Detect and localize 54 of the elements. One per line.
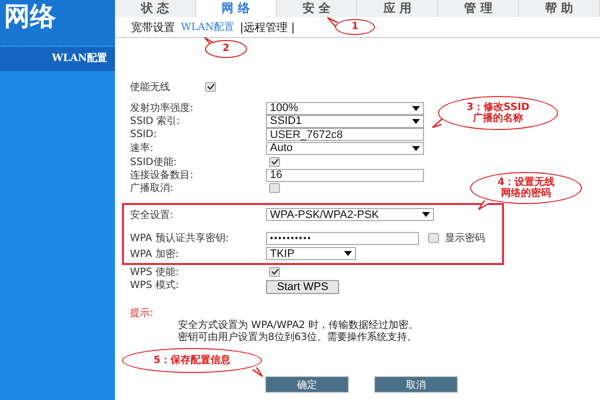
dropdown[interactable]: SSID1 (266, 114, 424, 128)
sidebar-item[interactable]: WLAN配置 (0, 47, 115, 71)
field-label: SSID使能: (130, 156, 178, 169)
dropdown[interactable]: TKIP (266, 247, 356, 260)
field-label: SSID 索引: (130, 114, 181, 128)
subnav-link[interactable]: 宽带设置 (131, 20, 175, 34)
subnav-link[interactable]: WLAN配置 (181, 20, 234, 34)
password-field[interactable]: •••••••••• (266, 232, 419, 245)
dropdown[interactable]: WPA-PSK/WPA2-PSK (266, 208, 434, 222)
start-wps-button[interactable]: Start WPS (266, 280, 340, 294)
field-label: 连接设备数目: (130, 168, 194, 182)
checkbox[interactable] (269, 156, 280, 167)
hint-text: 安全方式设置为 WPA/WPA2 时，传输数据经过加密。 (177, 320, 420, 332)
field-label: WPA 预认证共享密钥: (130, 232, 230, 246)
callout-bubble: 5：保存配置信息 (122, 348, 262, 373)
nav-tab[interactable]: 安 全 (276, 0, 358, 17)
checkbox[interactable] (269, 183, 280, 194)
callout-tail (252, 367, 263, 377)
caret-icon (344, 251, 352, 256)
callout-bubble: 4：设置无线网络的密码 (470, 172, 582, 204)
section-title: 网络 (3, 4, 56, 30)
nav-tab[interactable]: 网 络 (196, 0, 277, 17)
checkbox-label: 显示密码 (445, 232, 485, 246)
dropdown[interactable]: 100% (266, 102, 424, 115)
hint-text: 密钥可由用户设置为8位到63位。需要操作系统支持。 (177, 332, 418, 344)
field-label: WPS 使能: (130, 266, 180, 279)
subnav-link[interactable]: |远程管理 | (240, 20, 295, 34)
input-field[interactable]: USER_7672c8 (266, 128, 424, 142)
field-label: WPA 加密: (130, 248, 180, 261)
checkbox[interactable] (269, 266, 280, 277)
action-button[interactable]: 确定 (265, 376, 349, 394)
checkbox[interactable] (428, 233, 439, 244)
field-label: 安全设置: (130, 208, 174, 222)
callout-tail (432, 118, 443, 128)
caret-icon (422, 212, 430, 218)
input-field[interactable]: 16 (266, 168, 424, 182)
nav-tab[interactable]: 应 用 (357, 0, 438, 17)
callout-tail (327, 17, 338, 27)
action-button[interactable]: 取消 (374, 376, 458, 394)
field-label: 使能无线 (130, 80, 171, 94)
callout-bubble: 3：修改SSID广播的名称 (438, 96, 558, 130)
nav-tab[interactable]: 管 理 (438, 0, 520, 17)
field-label: SSID: (130, 129, 158, 140)
callout-tail (478, 200, 489, 210)
field-label: 速率: (130, 142, 154, 156)
callout-bubble: 2 (205, 40, 247, 58)
caret-icon (412, 146, 420, 151)
checkbox[interactable] (205, 82, 216, 92)
field-label: 发射功率强度: (130, 102, 194, 116)
hint-title: 提示: (130, 307, 154, 320)
field-label: WPS 模式: (130, 278, 180, 292)
field-label: 广播取消: (130, 182, 174, 196)
dropdown[interactable]: Auto (266, 142, 424, 155)
nav-tab[interactable]: 帮 助 (519, 0, 600, 17)
